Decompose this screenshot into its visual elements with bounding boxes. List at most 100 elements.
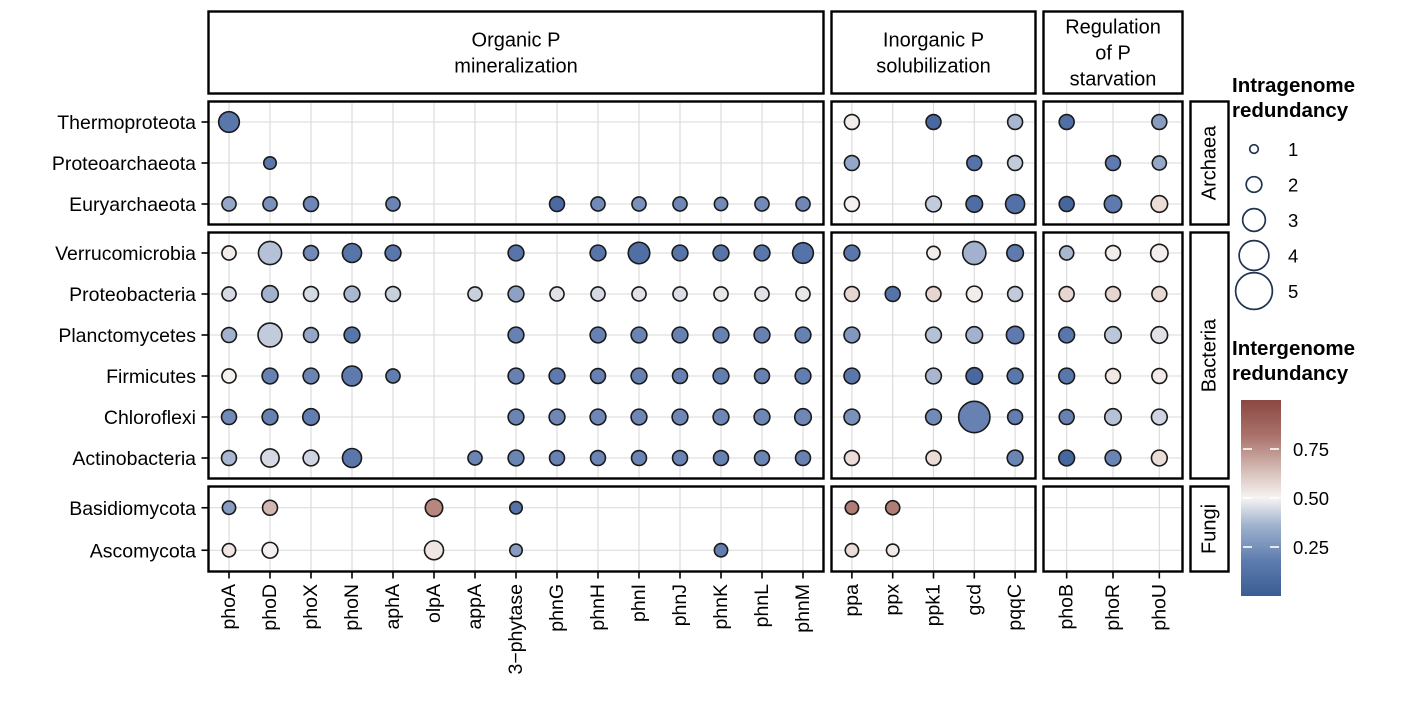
bubble-point — [843, 408, 861, 426]
bubble-point — [508, 543, 524, 558]
bubble-point — [384, 244, 402, 262]
bubble-point — [341, 447, 363, 469]
column-group-label: Regulation — [1065, 17, 1161, 39]
bubble-point — [589, 449, 607, 467]
size-legend-circle — [1245, 175, 1263, 194]
bubble-point — [1004, 193, 1026, 215]
color-legend-label: 0.75 — [1293, 439, 1329, 460]
bubble-point — [221, 245, 237, 261]
bubble-point — [1104, 285, 1122, 303]
column-group-label: starvation — [1070, 69, 1157, 91]
bubble-point — [925, 449, 942, 467]
bubble-point — [257, 240, 283, 266]
bubble-point — [1006, 243, 1025, 263]
bubble-point — [630, 408, 648, 426]
bubble-point — [302, 195, 320, 213]
bubble-point — [1150, 325, 1169, 345]
bubble-point — [220, 449, 238, 467]
x-axis-label: ppk1 — [923, 584, 945, 626]
bubble-point — [1058, 245, 1075, 261]
x-axis-label: phnM — [792, 584, 814, 633]
bubble-point — [261, 408, 279, 426]
bubble-point — [467, 286, 483, 302]
x-axis-label: pqqC — [1004, 584, 1026, 631]
bubble-point — [712, 367, 730, 385]
bubble-point — [257, 322, 283, 348]
size-legend-circle — [1248, 143, 1260, 155]
bubble-point — [424, 498, 444, 518]
bubble-point — [924, 408, 943, 426]
x-axis-label: olpA — [423, 584, 445, 623]
bubble-point — [713, 286, 729, 302]
row-group-label: Archaea — [1199, 125, 1221, 200]
bubble-point — [221, 196, 237, 212]
size-legend-label: 5 — [1288, 281, 1298, 302]
bubble-point — [260, 284, 280, 304]
bubble-point — [217, 110, 241, 134]
bubble-plot-figure: Thermoproteota Proteoarchaeota Euryarchaeo… — [0, 0, 1422, 722]
bubble-point — [507, 367, 525, 385]
bubble-point — [1057, 367, 1076, 385]
bubble-point — [844, 542, 860, 558]
bubble-point — [961, 240, 987, 266]
bubble-point — [507, 285, 525, 303]
bubble-point — [627, 241, 651, 265]
bubble-point — [884, 285, 901, 303]
bubble-point — [508, 500, 524, 515]
size-legend-label: 4 — [1288, 246, 1298, 267]
bubble-point — [507, 408, 525, 426]
y-axis-label: Basidiomycota — [69, 498, 196, 520]
column-group-label: mineralization — [454, 56, 577, 78]
bubble-point — [302, 285, 320, 303]
bubble-point — [221, 286, 237, 302]
bubble-point — [467, 450, 483, 466]
column-group-strip — [830, 10, 1037, 95]
bubble-point — [1104, 449, 1122, 467]
bubble-point — [753, 449, 771, 467]
x-axis-label: phnL — [751, 584, 773, 628]
bubble-point — [302, 326, 320, 344]
bubble-point — [925, 113, 942, 131]
bubble-point — [507, 449, 525, 467]
bubble-point — [925, 285, 942, 303]
bubble-point — [753, 244, 771, 262]
bubble-point — [794, 326, 812, 344]
x-axis-label: phnH — [587, 584, 609, 631]
bubble-point — [507, 244, 525, 262]
bubble-point — [385, 196, 401, 212]
bubble-point — [843, 285, 861, 303]
bubble-point — [548, 449, 566, 467]
bubble-point — [965, 366, 984, 386]
color-legend-title-line2: redundancy — [1232, 362, 1349, 385]
bubble-point — [1006, 408, 1024, 426]
bubble-point — [1149, 243, 1169, 263]
bubble-point — [843, 367, 861, 385]
bubble-point — [884, 499, 901, 516]
size-legend-label: 3 — [1288, 210, 1298, 231]
bubble-point — [548, 408, 566, 426]
bubble-point — [341, 242, 363, 264]
bubble-point — [1058, 408, 1075, 426]
bubble-point — [885, 543, 900, 558]
size-legend-circle — [1234, 271, 1274, 311]
color-legend-label: 0.25 — [1293, 537, 1329, 558]
bubble-point — [754, 196, 770, 212]
y-axis-label: Firmicutes — [106, 366, 196, 388]
bubble-point — [221, 542, 237, 558]
bubble-point — [261, 541, 279, 559]
bubble-point — [631, 196, 647, 212]
size-legend-title-line2: redundancy — [1232, 99, 1349, 122]
bubble-point — [753, 408, 771, 426]
bubble-point — [1104, 367, 1122, 385]
bubble-point — [753, 367, 771, 385]
bubble-point — [795, 196, 811, 212]
x-axis-label: gcd — [963, 584, 985, 615]
column-group-label: solubilization — [876, 56, 991, 78]
x-axis-label: phnG — [546, 584, 568, 632]
bubble-point — [1006, 113, 1024, 131]
y-axis-label: Thermoproteota — [57, 112, 196, 134]
size-legend-label: 2 — [1288, 175, 1298, 196]
bubble-point — [843, 195, 861, 213]
bubble-point — [260, 448, 280, 468]
x-axis-label: phnK — [710, 584, 732, 630]
